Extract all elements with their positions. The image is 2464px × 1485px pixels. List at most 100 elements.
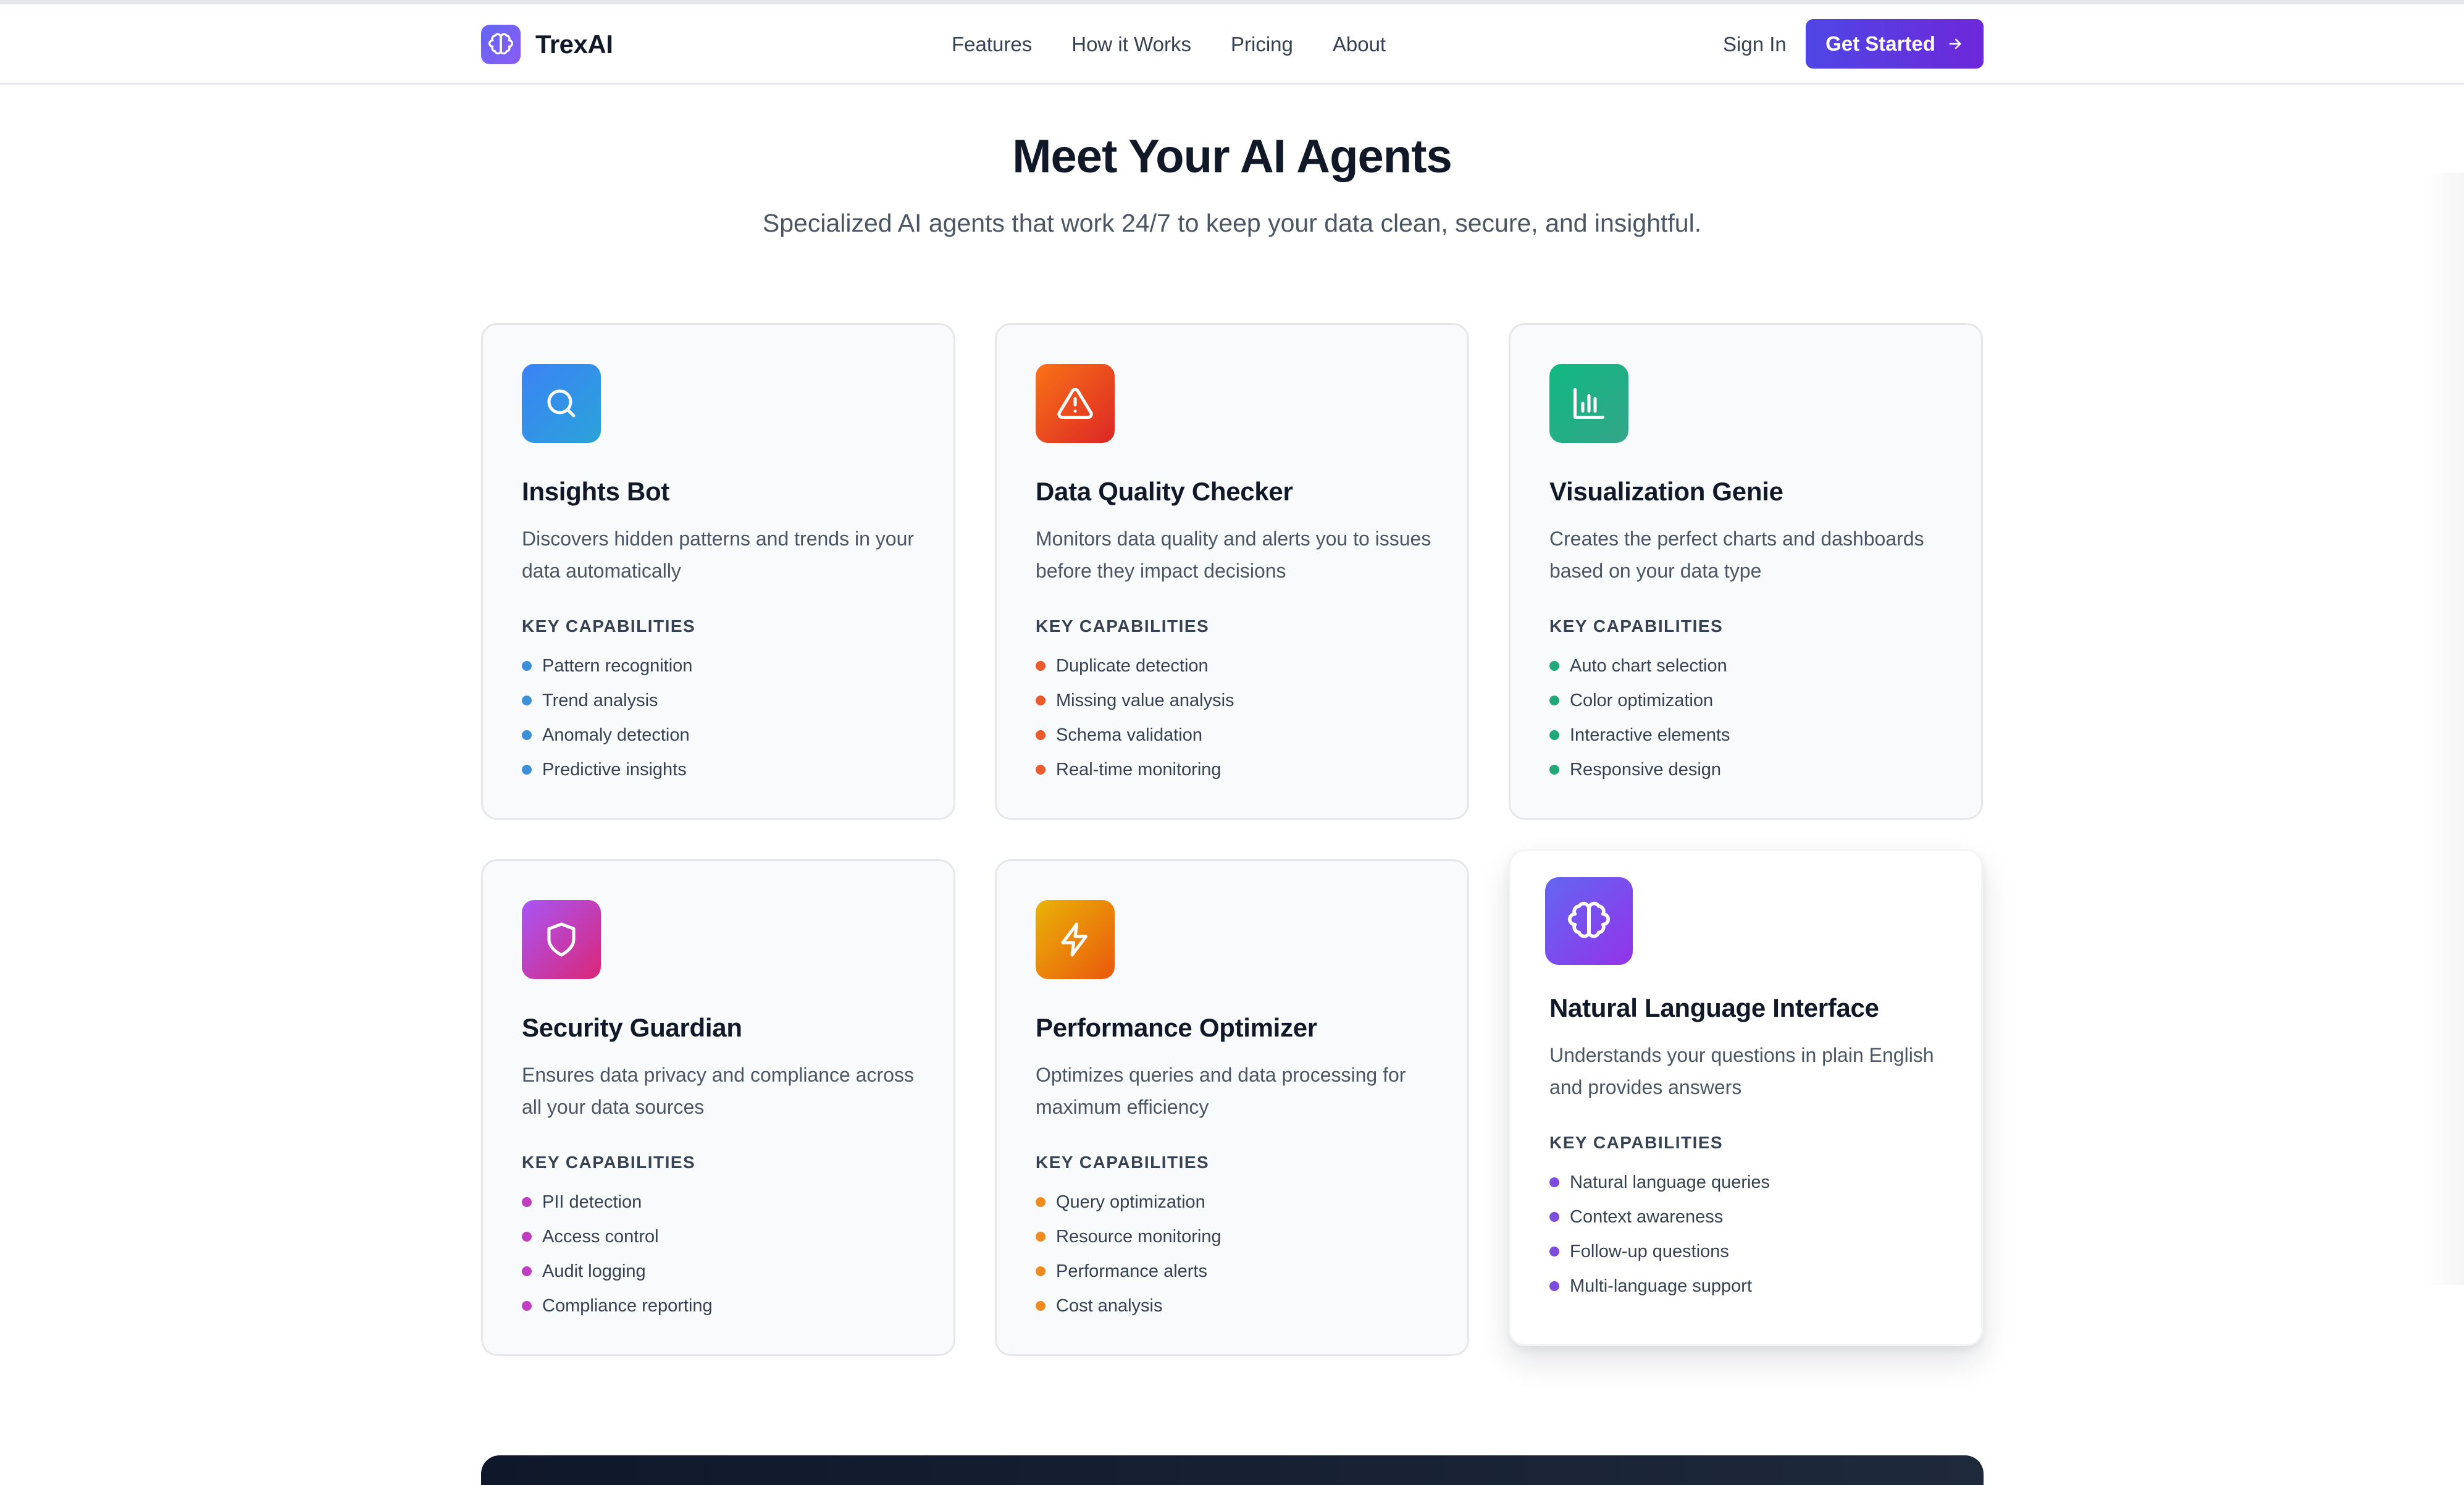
capabilities-list: Natural language queries Context awarene… <box>1549 1165 1770 1303</box>
capability-item: Trend analysis <box>522 683 692 718</box>
bullet-dot <box>522 765 532 775</box>
capabilities-list: Query optimization Resource monitoring P… <box>1036 1185 1222 1323</box>
agent-card-data-quality-checker[interactable]: Data Quality Checker Monitors data quali… <box>995 323 1469 820</box>
agent-card-natural-language-interface[interactable]: Natural Language Interface Understands y… <box>1509 849 1983 1346</box>
bullet-dot <box>522 1266 532 1276</box>
brand-name: TrexAI <box>535 30 613 59</box>
nav-link-pricing[interactable]: Pricing <box>1231 32 1293 57</box>
capability-item: Duplicate detection <box>1036 649 1234 683</box>
capability-item: Audit logging <box>522 1254 713 1289</box>
capabilities-list: Duplicate detection Missing value analys… <box>1036 649 1234 787</box>
agent-description: Understands your questions in plain Engl… <box>1549 1044 1934 1098</box>
bullet-dot <box>1549 1247 1559 1256</box>
capability-item: Cost analysis <box>1036 1289 1222 1323</box>
bullet-dot <box>1549 1177 1559 1187</box>
get-started-label: Get Started <box>1825 32 1935 55</box>
bullet-dot <box>1036 661 1046 671</box>
capability-item: Missing value analysis <box>1036 683 1234 718</box>
bullet-dot <box>1036 765 1046 775</box>
capability-label: Predictive insights <box>542 759 687 780</box>
lightning-icon <box>1036 900 1115 979</box>
dark-section-top <box>481 1455 1984 1485</box>
bullet-dot <box>1549 730 1559 740</box>
capability-label: Trend analysis <box>542 690 658 710</box>
capability-label: Anomaly detection <box>542 725 690 745</box>
brand[interactable]: TrexAI <box>481 25 613 64</box>
bullet-dot <box>1036 1266 1046 1276</box>
capabilities-heading: KEY CAPABILITIES <box>522 1153 696 1172</box>
capability-item: Context awareness <box>1549 1200 1770 1234</box>
capability-item: Color optimization <box>1549 683 1730 718</box>
capability-item: Pattern recognition <box>522 649 692 683</box>
agent-title: Performance Optimizer <box>1036 1013 1317 1042</box>
bullet-dot <box>1036 1301 1046 1311</box>
search-icon <box>522 364 601 443</box>
bullet-dot <box>1549 1281 1559 1291</box>
brain-icon <box>1545 877 1633 965</box>
agent-card-security-guardian[interactable]: Security Guardian Ensures data privacy a… <box>481 859 955 1356</box>
capabilities-list: Auto chart selection Color optimization … <box>1549 649 1730 787</box>
capability-item: Resource monitoring <box>1036 1219 1222 1254</box>
agent-card-visualization-genie[interactable]: Visualization Genie Creates the perfect … <box>1509 323 1983 820</box>
bullet-dot <box>522 730 532 740</box>
agent-description: Discovers hidden patterns and trends in … <box>522 528 915 582</box>
capability-label: PII detection <box>542 1192 642 1212</box>
bullet-dot <box>522 696 532 705</box>
capability-label: Schema validation <box>1056 725 1202 745</box>
capability-label: Query optimization <box>1056 1192 1205 1212</box>
capability-label: Responsive design <box>1570 759 1722 780</box>
bullet-dot <box>1549 765 1559 775</box>
capabilities-heading: KEY CAPABILITIES <box>1549 1133 1724 1152</box>
agent-card-insights-bot[interactable]: Insights Bot Discovers hidden patterns a… <box>481 323 955 820</box>
capability-label: Access control <box>542 1226 659 1247</box>
agent-title: Data Quality Checker <box>1036 477 1293 506</box>
page-title: Meet Your AI Agents <box>1012 130 1452 183</box>
bullet-dot <box>1036 730 1046 740</box>
bar-chart-icon <box>1549 364 1628 443</box>
capability-item: Multi-language support <box>1549 1269 1770 1303</box>
agent-card-performance-optimizer[interactable]: Performance Optimizer Optimizes queries … <box>995 859 1469 1356</box>
bullet-dot <box>1036 1232 1046 1242</box>
bullet-dot <box>1036 696 1046 705</box>
capability-label: Follow-up questions <box>1570 1241 1729 1261</box>
get-started-button[interactable]: Get Started <box>1806 19 1984 69</box>
capability-item: Real-time monitoring <box>1036 752 1234 787</box>
capability-label: Duplicate detection <box>1056 655 1209 676</box>
nav-link-features[interactable]: Features <box>952 32 1032 57</box>
bullet-dot <box>1549 661 1559 671</box>
agent-description: Ensures data privacy and compliance acro… <box>522 1064 914 1118</box>
nav-link-how-it-works[interactable]: How it Works <box>1071 32 1191 57</box>
bullet-dot <box>1549 696 1559 705</box>
capabilities-list: Pattern recognition Trend analysis Anoma… <box>522 649 692 787</box>
capability-label: Real-time monitoring <box>1056 759 1222 780</box>
capability-item: Responsive design <box>1549 752 1730 787</box>
capability-item: Natural language queries <box>1549 1165 1770 1200</box>
bullet-dot <box>522 1232 532 1242</box>
nav-link-about[interactable]: About <box>1333 32 1386 57</box>
main-nav: Features How it Works Pricing About <box>952 32 1386 57</box>
agent-description: Monitors data quality and alerts you to … <box>1036 528 1431 582</box>
capability-item: Anomaly detection <box>522 718 692 752</box>
window-top-border <box>0 0 2464 4</box>
capability-label: Multi-language support <box>1570 1276 1753 1296</box>
capability-label: Interactive elements <box>1570 725 1730 745</box>
capability-label: Missing value analysis <box>1056 690 1234 710</box>
bullet-dot <box>522 1301 532 1311</box>
capability-label: Natural language queries <box>1570 1172 1770 1192</box>
agent-description: Optimizes queries and data processing fo… <box>1036 1064 1406 1118</box>
shield-icon <box>522 900 601 979</box>
capability-label: Color optimization <box>1570 690 1714 710</box>
capability-label: Context awareness <box>1570 1206 1724 1227</box>
capability-label: Cost analysis <box>1056 1295 1163 1316</box>
agent-description: Creates the perfect charts and dashboard… <box>1549 528 1924 582</box>
capability-label: Pattern recognition <box>542 655 693 676</box>
capability-label: Performance alerts <box>1056 1261 1207 1281</box>
capability-label: Compliance reporting <box>542 1295 713 1316</box>
agent-title: Visualization Genie <box>1549 477 1783 506</box>
capability-item: Schema validation <box>1036 718 1234 752</box>
capability-item: Access control <box>522 1219 713 1254</box>
sign-in-link[interactable]: Sign In <box>1723 32 1787 57</box>
edge-shadow <box>2427 173 2464 1285</box>
capabilities-list: PII detection Access control Audit loggi… <box>522 1185 713 1323</box>
capability-item: Interactive elements <box>1549 718 1730 752</box>
